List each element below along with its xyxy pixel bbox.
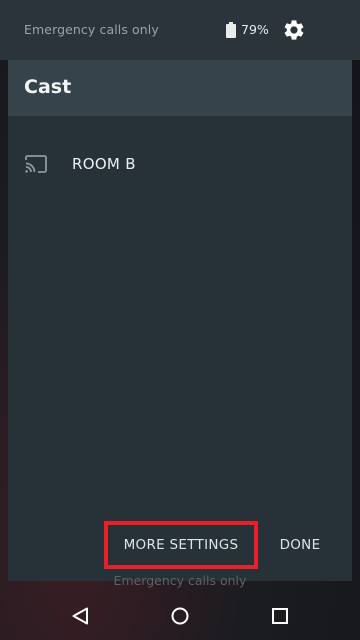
battery-icon <box>226 22 236 38</box>
home-icon[interactable] <box>168 604 192 628</box>
cast-icon <box>25 155 47 173</box>
more-settings-button[interactable]: MORE SETTINGS <box>104 521 258 569</box>
back-icon[interactable] <box>68 604 92 628</box>
cast-dialog-body: ROOM B MORE SETTINGS DONE <box>8 116 352 581</box>
screen: Emergency calls only 79% Cast ROOM B MOR… <box>0 0 360 640</box>
recents-icon[interactable] <box>268 604 292 628</box>
done-button[interactable]: DONE <box>272 523 328 567</box>
cast-device-label: ROOM B <box>72 155 136 173</box>
navigation-bar <box>0 592 360 640</box>
cast-dialog-title: Cast <box>24 76 72 98</box>
carrier-status-text: Emergency calls only <box>24 22 159 37</box>
battery-percent: 79% <box>241 22 269 37</box>
cast-dialog-header: Cast <box>8 60 352 116</box>
status-bar: Emergency calls only 79% <box>0 0 360 60</box>
gear-icon[interactable] <box>282 18 306 42</box>
lockscreen-background-text: Emergency calls only <box>113 573 247 588</box>
cast-device-room-b[interactable]: ROOM B <box>8 140 352 188</box>
